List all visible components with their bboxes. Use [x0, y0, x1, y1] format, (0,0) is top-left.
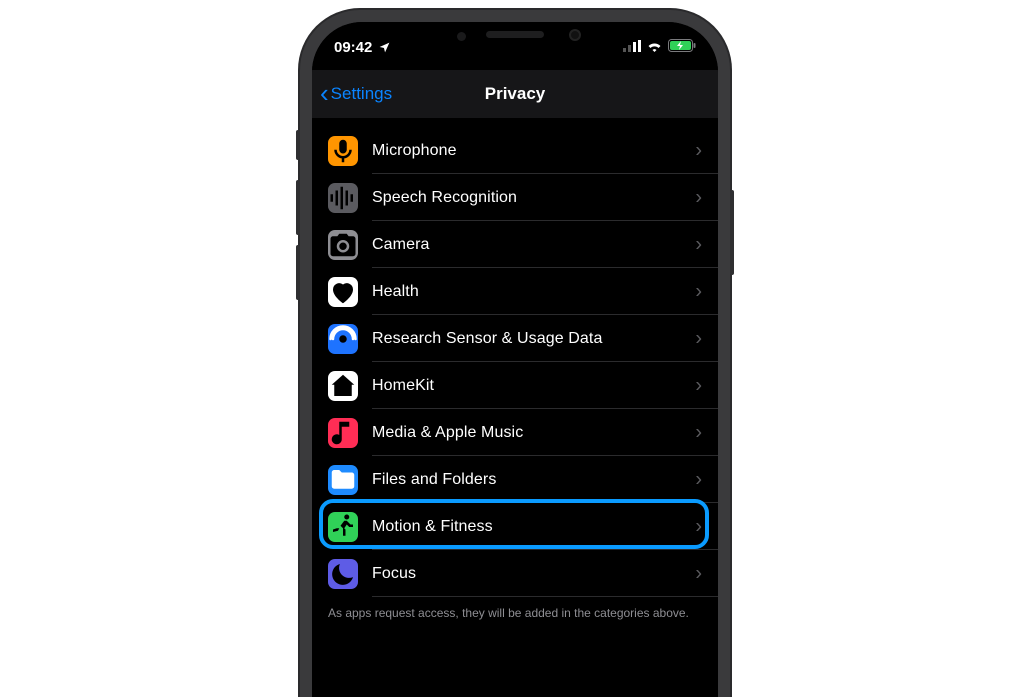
row-label: Camera: [372, 236, 430, 254]
row-files-folders[interactable]: Files and Folders ›: [312, 456, 718, 503]
chevron-right-icon: ›: [695, 562, 702, 585]
row-label: Focus: [372, 565, 416, 583]
row-label: Speech Recognition: [372, 189, 517, 207]
row-speech-recognition[interactable]: Speech Recognition ›: [312, 174, 718, 221]
row-focus[interactable]: Focus ›: [312, 550, 718, 597]
waveform-icon: [328, 183, 358, 213]
status-time: 09:42: [334, 39, 372, 56]
row-homekit[interactable]: HomeKit ›: [312, 362, 718, 409]
folder-icon: [328, 465, 358, 495]
chevron-right-icon: ›: [695, 233, 702, 256]
chevron-right-icon: ›: [695, 468, 702, 491]
row-microphone[interactable]: Microphone ›: [312, 127, 718, 174]
row-label: Research Sensor & Usage Data: [372, 330, 602, 348]
music-note-icon: [328, 418, 358, 448]
privacy-list[interactable]: Microphone › Speech Recognition ›: [312, 127, 718, 697]
phone-frame: 09:42: [300, 10, 730, 697]
row-label: Files and Folders: [372, 471, 496, 489]
row-motion-fitness[interactable]: Motion & Fitness ›: [312, 503, 718, 550]
row-label: HomeKit: [372, 377, 434, 395]
heart-icon: [328, 277, 358, 307]
row-camera[interactable]: Camera ›: [312, 221, 718, 268]
mute-switch: [296, 130, 300, 160]
back-button[interactable]: ‹ Settings: [320, 70, 392, 118]
moon-icon: [328, 559, 358, 589]
camera-icon: [328, 230, 358, 260]
list-footer-note: As apps request access, they will be add…: [312, 597, 718, 621]
home-icon: [328, 371, 358, 401]
sensor-icon: [328, 324, 358, 354]
chevron-left-icon: ‹: [320, 80, 329, 106]
row-label: Microphone: [372, 142, 457, 160]
row-label: Motion & Fitness: [372, 518, 493, 536]
row-research-sensor[interactable]: Research Sensor & Usage Data ›: [312, 315, 718, 362]
chevron-right-icon: ›: [695, 186, 702, 209]
volume-down-button: [296, 245, 300, 300]
status-bar: 09:42: [312, 32, 718, 62]
chevron-right-icon: ›: [695, 421, 702, 444]
cellular-signal-icon: [623, 39, 641, 56]
chevron-right-icon: ›: [695, 327, 702, 350]
chevron-right-icon: ›: [695, 374, 702, 397]
row-media-apple-music[interactable]: Media & Apple Music ›: [312, 409, 718, 456]
navigation-bar: ‹ Settings Privacy: [312, 70, 718, 118]
back-label: Settings: [331, 84, 392, 104]
page-title: Privacy: [485, 84, 546, 104]
chevron-right-icon: ›: [695, 139, 702, 162]
chevron-right-icon: ›: [695, 515, 702, 538]
row-health[interactable]: Health ›: [312, 268, 718, 315]
row-label: Media & Apple Music: [372, 424, 523, 442]
running-icon: [328, 512, 358, 542]
power-button: [730, 190, 734, 275]
battery-charging-icon: [668, 39, 696, 56]
location-icon: [378, 41, 391, 54]
row-label: Health: [372, 283, 419, 301]
chevron-right-icon: ›: [695, 280, 702, 303]
wifi-icon: [646, 39, 663, 56]
volume-up-button: [296, 180, 300, 235]
microphone-icon: [328, 136, 358, 166]
